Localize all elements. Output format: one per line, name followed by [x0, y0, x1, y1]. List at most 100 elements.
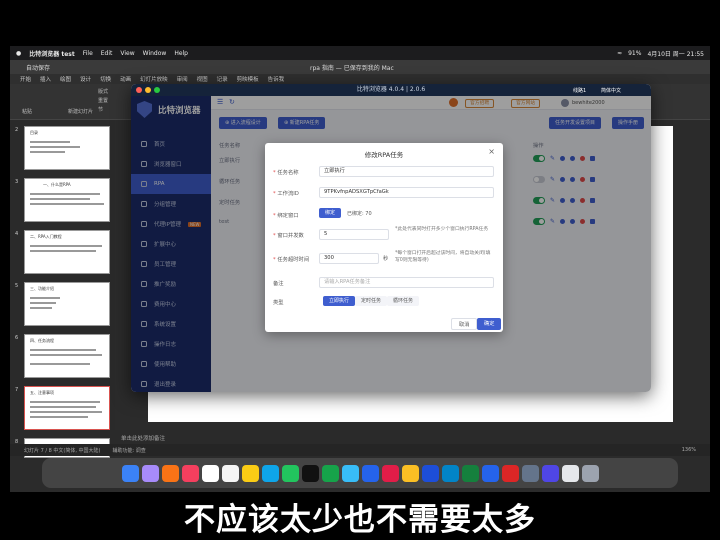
menu-file[interactable]: File	[83, 50, 93, 57]
new-slide-button[interactable]: 新建幻灯片	[68, 108, 93, 115]
timeout-input[interactable]: 300	[319, 253, 379, 264]
slide-thumb[interactable]: 2 目录	[15, 126, 110, 170]
slide-number: 5	[15, 283, 19, 289]
dialog-title: 修改RPA任务	[364, 151, 404, 159]
maximize-window-icon[interactable]	[154, 87, 160, 93]
ppt-tab[interactable]: 插入	[40, 75, 51, 83]
autosave-label[interactable]: 自动保存	[26, 63, 50, 72]
layout-button[interactable]: 版式	[98, 88, 108, 95]
teams-icon[interactable]	[381, 464, 399, 482]
battery-level[interactable]: 91%	[628, 50, 641, 57]
slide-thumb-selected[interactable]: 7 五、注意事项	[15, 386, 110, 430]
type-label: 类型	[273, 300, 284, 306]
bind-window-label: * 绑定窗口	[273, 213, 299, 219]
slide-number: 4	[15, 231, 19, 237]
concurrency-input[interactable]: 5	[319, 229, 389, 240]
reminders-icon[interactable]	[221, 464, 239, 482]
settings-icon[interactable]	[521, 464, 539, 482]
confirm-button[interactable]: 确定	[477, 318, 502, 330]
document-icon[interactable]	[561, 464, 579, 482]
zoom-level[interactable]: 136%	[682, 447, 696, 453]
ppt-tab[interactable]: 剪映模板	[237, 75, 259, 83]
notes-icon[interactable]	[241, 464, 259, 482]
mac-menubar: ● 比特浏览器 test File Edit View Window Help …	[10, 46, 710, 60]
ppt-tab[interactable]: 告诉我	[268, 75, 285, 83]
line-select[interactable]: 线路1	[573, 87, 586, 94]
task-name-input[interactable]: 立即执行	[319, 166, 494, 177]
ppt-tab[interactable]: 记录	[217, 75, 228, 83]
menu-help[interactable]: Help	[174, 50, 188, 57]
apple-icon[interactable]: ●	[16, 50, 21, 57]
menu-view[interactable]: View	[120, 50, 134, 57]
menubar-app-name[interactable]: 比特浏览器 test	[29, 49, 74, 58]
type-immediate-option[interactable]: 立即执行	[323, 296, 356, 306]
launchpad-icon[interactable]	[141, 464, 159, 482]
bound-count: 已绑定: 70	[347, 211, 372, 217]
slide-thumb-title: 一、什么是RPA	[43, 182, 71, 187]
brave-icon[interactable]	[161, 464, 179, 482]
trash-icon[interactable]	[581, 464, 599, 482]
ppt-ribbon-tabs: 开始 插入 绘图 设计 切换 动画 幻灯片放映 审阅 视图 记录 剪映模板 告诉…	[10, 74, 710, 84]
remark-input[interactable]: 请输入RPA任务备注	[319, 277, 494, 288]
close-icon[interactable]: ×	[488, 147, 495, 156]
remark-label: 备注	[273, 281, 284, 287]
slide-number: 7	[15, 387, 19, 393]
ppt-tab[interactable]: 绘图	[60, 75, 71, 83]
reset-button[interactable]: 重置	[98, 97, 108, 104]
app-store-icon[interactable]	[261, 464, 279, 482]
accessibility-status[interactable]: 辅助功能: 调查	[113, 447, 146, 454]
terminal-icon[interactable]	[301, 464, 319, 482]
ppt-tab[interactable]: 设计	[80, 75, 91, 83]
video-subtitle: 不应该太少也不需要太多	[184, 502, 536, 538]
close-window-icon[interactable]	[136, 87, 142, 93]
clock[interactable]: 4月10日 周一 21:55	[647, 49, 704, 58]
minimize-window-icon[interactable]	[145, 87, 151, 93]
cancel-button[interactable]: 取消	[451, 318, 478, 330]
telegram-icon[interactable]	[341, 464, 359, 482]
wifi-icon[interactable]: ≈	[617, 50, 622, 57]
language-select[interactable]: 简体中文	[601, 87, 621, 94]
chrome-icon[interactable]	[401, 464, 419, 482]
concurrency-label: * 窗口并发数	[273, 233, 304, 239]
edge-icon[interactable]	[441, 464, 459, 482]
word-icon[interactable]	[421, 464, 439, 482]
bitbrowser-icon[interactable]	[541, 464, 559, 482]
bind-window-button[interactable]: 绑定	[319, 208, 342, 218]
spotify-icon[interactable]	[321, 464, 339, 482]
photos-icon[interactable]	[181, 464, 199, 482]
mac-screen: ● 比特浏览器 test File Edit View Window Help …	[10, 46, 710, 492]
ppt-doc-title: rpa 指南 — 已保存到我的 Mac	[310, 64, 394, 72]
type-loop-option[interactable]: 循环任务	[387, 296, 420, 306]
ppt-tab[interactable]: 开始	[20, 75, 31, 83]
wechat-icon[interactable]	[281, 464, 299, 482]
concurrency-hint: *此处代表同时打开多少个窗口执行RPA任务	[395, 227, 489, 232]
slide-thumb[interactable]: 3 一、什么是RPA	[15, 178, 110, 222]
edit-rpa-task-dialog: 修改RPA任务 × * 任务名称 立即执行 * 工作流ID 9TPKvfnpAD…	[265, 143, 503, 332]
ppt-tab[interactable]: 动画	[120, 75, 131, 83]
menu-edit[interactable]: Edit	[101, 50, 113, 57]
type-scheduled-option[interactable]: 定时任务	[355, 296, 388, 306]
excel-icon[interactable]	[461, 464, 479, 482]
slide-thumb[interactable]: 6 四、任务流程	[15, 334, 110, 378]
menu-window[interactable]: Window	[143, 50, 167, 57]
calendar-icon[interactable]	[201, 464, 219, 482]
slide-thumb[interactable]: 5 三、功能介绍	[15, 282, 110, 326]
flow-id-label: * 工作流ID	[273, 191, 299, 197]
paste-button[interactable]: 粘贴	[22, 108, 32, 115]
finder-icon[interactable]	[121, 464, 139, 482]
slide-number: 2	[15, 127, 19, 133]
powerpoint-icon[interactable]	[501, 464, 519, 482]
vscode-icon[interactable]	[481, 464, 499, 482]
section-button[interactable]: 节	[98, 106, 103, 113]
ppt-tab[interactable]: 切换	[100, 75, 111, 83]
slide-number: 6	[15, 335, 19, 341]
ppt-tab[interactable]: 视图	[197, 75, 208, 83]
flow-id-input[interactable]: 9TPKvfnpADSXGTpCfaGk	[319, 187, 494, 198]
ppt-tab[interactable]: 幻灯片放映	[140, 75, 168, 83]
ppt-tab[interactable]: 审阅	[177, 75, 188, 83]
slide-thumb-title: 三、功能介绍	[30, 286, 54, 291]
outlook-icon[interactable]	[361, 464, 379, 482]
ppt-notes-area[interactable]: 单击此处添加备注	[115, 430, 710, 444]
slide-thumb[interactable]: 4 二、RPA入门教程	[15, 230, 110, 274]
slide-thumb-title: 目录	[30, 130, 38, 135]
